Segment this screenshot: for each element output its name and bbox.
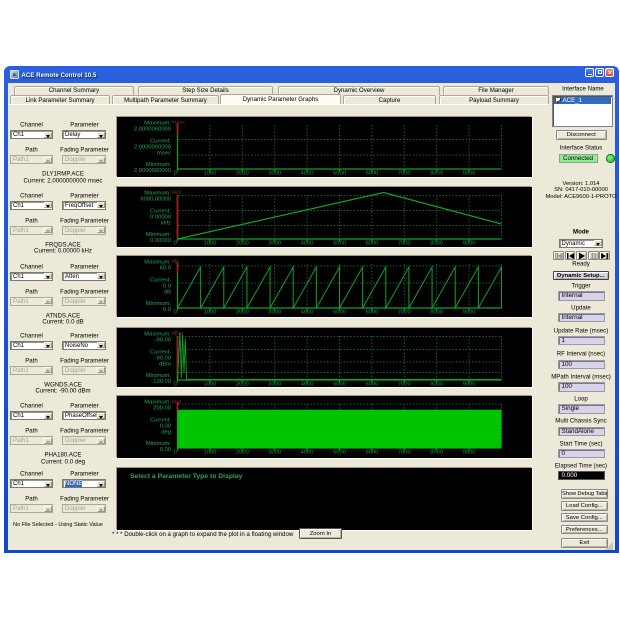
svg-text:5000: 5000	[333, 240, 346, 246]
svg-text:2.0000000000: 2.0000000000	[134, 168, 171, 174]
svg-text:8000: 8000	[430, 170, 443, 176]
svg-text:dB: dB	[164, 289, 171, 295]
svg-text:5000: 5000	[333, 381, 346, 387]
svg-text:-90.00: -90.00	[155, 337, 171, 343]
svg-text:3000: 3000	[268, 381, 281, 387]
svg-text:6000: 6000	[365, 450, 378, 456]
svg-text:9000: 9000	[463, 170, 476, 176]
svg-text:1000: 1000	[203, 309, 216, 315]
svg-text:6000.00000: 6000.00000	[140, 196, 171, 202]
svg-text:0: 0	[174, 309, 177, 315]
svg-text:kHz: kHz	[172, 189, 182, 195]
svg-text:8000: 8000	[430, 309, 443, 315]
svg-text:7000: 7000	[398, 381, 411, 387]
svg-text:msec: msec	[157, 150, 171, 156]
svg-text:2000: 2000	[236, 170, 249, 176]
svg-text:dBm: dBm	[172, 330, 184, 336]
svg-text:1000: 1000	[203, 170, 216, 176]
svg-text:0.0: 0.0	[163, 307, 171, 313]
svg-text:0.00000: 0.00000	[150, 238, 171, 244]
svg-text:1000: 1000	[203, 381, 216, 387]
svg-text:2000: 2000	[236, 450, 249, 456]
svg-text:60.0: 60.0	[160, 265, 171, 271]
svg-text:3000: 3000	[268, 450, 281, 456]
svg-text:5000: 5000	[333, 450, 346, 456]
svg-text:4000: 4000	[301, 240, 314, 246]
svg-text:4000: 4000	[301, 381, 314, 387]
svg-text:7000: 7000	[398, 170, 411, 176]
svg-text:deg: deg	[161, 430, 171, 436]
svg-text:3000: 3000	[268, 240, 281, 246]
svg-text:200.00: 200.00	[153, 406, 171, 412]
svg-text:0.00: 0.00	[160, 447, 171, 453]
svg-text:2000: 2000	[236, 381, 249, 387]
svg-text:8000: 8000	[430, 450, 443, 456]
svg-text:0: 0	[174, 450, 177, 456]
svg-text:9000: 9000	[463, 381, 476, 387]
svg-text:deg: deg	[172, 399, 182, 405]
svg-text:4000: 4000	[301, 309, 314, 315]
svg-text:0: 0	[174, 240, 177, 246]
svg-text:1000: 1000	[203, 450, 216, 456]
svg-text:6000: 6000	[365, 309, 378, 315]
svg-text:dBm: dBm	[159, 361, 171, 367]
svg-text:9000: 9000	[463, 240, 476, 246]
svg-text:2000: 2000	[236, 309, 249, 315]
svg-text:kHz: kHz	[161, 220, 171, 226]
svg-text:7000: 7000	[398, 240, 411, 246]
svg-text:6000: 6000	[365, 381, 378, 387]
svg-text:4000: 4000	[301, 170, 314, 176]
svg-text:2.0000060000: 2.0000060000	[134, 126, 171, 132]
svg-text:2000: 2000	[236, 240, 249, 246]
svg-text:-130.00: -130.00	[151, 379, 171, 385]
svg-text:0: 0	[174, 170, 177, 176]
svg-text:7000: 7000	[398, 450, 411, 456]
svg-text:4000: 4000	[301, 450, 314, 456]
svg-text:9000: 9000	[463, 450, 476, 456]
svg-text:6000: 6000	[365, 170, 378, 176]
svg-text:7000: 7000	[398, 309, 411, 315]
svg-text:8000: 8000	[430, 381, 443, 387]
svg-text:3000: 3000	[268, 309, 281, 315]
svg-text:0: 0	[174, 381, 177, 387]
svg-text:1000: 1000	[203, 240, 216, 246]
svg-text:9000: 9000	[463, 309, 476, 315]
svg-text:5000: 5000	[333, 170, 346, 176]
svg-text:3000: 3000	[268, 170, 281, 176]
svg-text:8000: 8000	[430, 240, 443, 246]
svg-text:6000: 6000	[365, 240, 378, 246]
svg-text:5000: 5000	[333, 309, 346, 315]
